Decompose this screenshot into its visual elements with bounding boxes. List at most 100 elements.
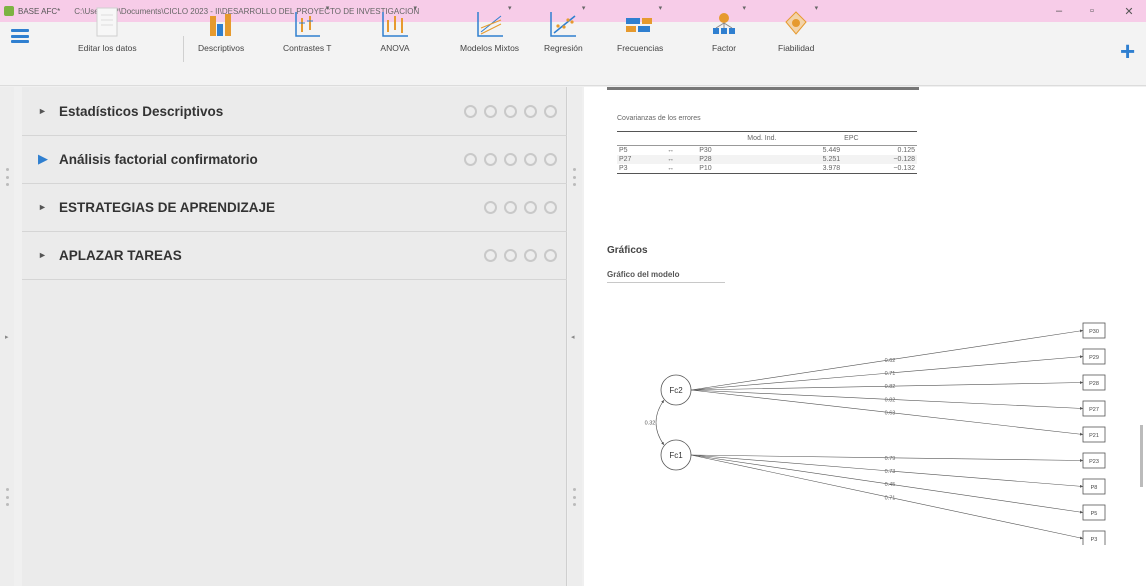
factor-button[interactable]: ▾ Factor [706, 4, 746, 60]
analysis-estrategias[interactable]: ► ESTRATEGIAS DE APRENDIZAJE [22, 183, 567, 232]
minimize-button[interactable]: – [1045, 0, 1073, 22]
t-tests-label: Contrastes T [283, 43, 332, 53]
window-app-name: BASE AFC* [18, 6, 61, 16]
column-header [617, 131, 666, 146]
collapse-arrow-icon: ► [38, 250, 47, 260]
expand-arrow-icon: ▶ [38, 151, 48, 166]
anova-label: ANOVA [380, 43, 410, 53]
model-path-diagram: P30 P29 P28 P27 P21 P23 P8 P5 P3 0.62 0.71 0.82 0.82… [645, 322, 1106, 545]
analysis-status-dots [464, 152, 557, 166]
bar-chart-icon [203, 4, 239, 38]
factor-label: Factor [711, 43, 737, 53]
t-tests-button[interactable]: ▾ Contrastes T [283, 4, 332, 60]
left-grip-handle[interactable] [6, 488, 10, 506]
loading-value: 0.79 [885, 456, 896, 462]
graphs-heading: Gráficos [607, 245, 648, 256]
table-cell: P30 [699, 147, 712, 154]
regression-icon: ▾ [545, 4, 585, 38]
toolbar-divider [183, 36, 184, 62]
collapse-arrow-icon: ► [38, 106, 47, 116]
indicator-label: P27 [1089, 407, 1099, 413]
edit-data-button[interactable]: Editar los datos [78, 4, 137, 60]
factor-icon: ▾ [706, 4, 746, 38]
results-top-rule [607, 87, 919, 90]
results-scrollbar[interactable] [1140, 425, 1143, 487]
collapse-arrow-icon: ► [38, 202, 47, 212]
indicator-label: P23 [1089, 459, 1099, 465]
loading-value: 0.45 [885, 482, 896, 488]
analysis-title: ESTRATEGIAS DE APRENDIZAJE [59, 199, 276, 215]
menu-hamburger-icon[interactable] [11, 29, 29, 43]
maximize-button[interactable]: ▫ [1078, 0, 1106, 22]
column-header: Mod. Ind. [745, 131, 843, 146]
table-cell: 5.449 [822, 147, 841, 154]
model-graph-heading: Gráfico del modelo [607, 270, 680, 279]
add-module-button[interactable]: + [1120, 38, 1135, 64]
indicator-label: P30 [1089, 329, 1099, 335]
mixed-models-icon: ▾ [472, 4, 512, 38]
app-logo-icon [4, 6, 14, 16]
analysis-title: Análisis factorial confirmatorio [59, 151, 258, 167]
close-button[interactable]: ✕ [1115, 0, 1143, 22]
reliability-button[interactable]: ▾ Fiabilidad [778, 4, 818, 60]
table-cell: P10 [697, 164, 746, 174]
expand-left-arrow-icon[interactable]: ▸ [5, 333, 9, 341]
table-caption: Covarianzas de los errores [617, 115, 701, 122]
reliability-label: Fiabilidad [778, 43, 815, 53]
table-cell: ↔ [665, 155, 698, 164]
descriptives-label: Descriptivos [198, 43, 245, 53]
column-header: EPC [842, 131, 917, 146]
table-cell: P3 [617, 164, 666, 174]
left-grip-handle[interactable] [6, 168, 10, 186]
factor-covariance-path [655, 399, 665, 446]
indicator-label: P29 [1089, 355, 1099, 361]
table-cell: −0.132 [842, 164, 917, 174]
regression-label: Regresión [544, 43, 583, 53]
column-header [697, 131, 746, 146]
loading-value: 0.71 [885, 495, 896, 501]
analysis-title: APLAZAR TAREAS [59, 247, 182, 263]
edit-data-icon [89, 4, 125, 38]
factor-label: Fc2 [669, 386, 683, 395]
loading-value: 0.82 [885, 384, 896, 390]
table-row: P3 ↔ P10 3.978 −0.132 [617, 164, 917, 174]
frequencies-icon: ▾ [622, 4, 662, 38]
anova-icon: ▾ [377, 4, 417, 38]
factor-label: Fc1 [669, 451, 683, 460]
collapse-results-arrow-icon[interactable]: ◂ [571, 333, 575, 341]
anova-button[interactable]: ▾ ANOVA [377, 4, 417, 60]
table-cell: −0.128 [842, 155, 917, 164]
indicator-label: P3 [1091, 537, 1098, 543]
analysis-aplazar[interactable]: ► APLAZAR TAREAS [22, 231, 567, 280]
analysis-status-dots [484, 200, 557, 214]
table-row: P27 ↔ P28 5.251 −0.128 [617, 155, 917, 164]
loading-value: 0.63 [885, 411, 896, 417]
indicator-label: P8 [1091, 485, 1098, 491]
descriptives-button[interactable]: Descriptivos [198, 4, 244, 60]
mixed-models-label: Modelos Mixtos [460, 43, 520, 53]
table-cell: ↔ [667, 147, 675, 154]
analysis-descriptives[interactable]: ► Estadísticos Descriptivos [22, 87, 567, 136]
loading-value: 0.71 [885, 371, 896, 377]
table-cell: P27 [617, 155, 666, 164]
covariance-value: 0.32 [645, 421, 656, 427]
splitter-grip-handle[interactable] [573, 488, 577, 506]
indicator-label: P5 [1091, 511, 1098, 517]
analysis-cfa[interactable]: ▶ Análisis factorial confirmatorio [22, 135, 567, 184]
heading-underline [607, 282, 725, 283]
loading-value: 0.73 [885, 469, 896, 475]
table-cell: ↔ [665, 164, 698, 174]
regression-button[interactable]: ▾ Regresión [544, 4, 585, 60]
column-header [665, 131, 698, 146]
analysis-title: Estadísticos Descriptivos [59, 103, 224, 119]
frequencies-label: Frecuencias [617, 43, 664, 53]
frequencies-button[interactable]: ▾ Frecuencias [617, 4, 663, 60]
indicator-label: P28 [1089, 381, 1099, 387]
table-cell: P28 [697, 155, 746, 164]
analyses-panel: ► Estadísticos Descriptivos ▶ Análisis f… [22, 87, 567, 586]
table-row: P5 ↔ P30 5.449 0.125 [617, 146, 917, 156]
splitter-grip-handle[interactable] [573, 168, 577, 186]
loading-value: 0.62 [885, 358, 896, 364]
mixed-models-button[interactable]: ▾ Modelos Mixtos [460, 4, 519, 60]
edit-data-label: Editar los datos [78, 43, 137, 53]
